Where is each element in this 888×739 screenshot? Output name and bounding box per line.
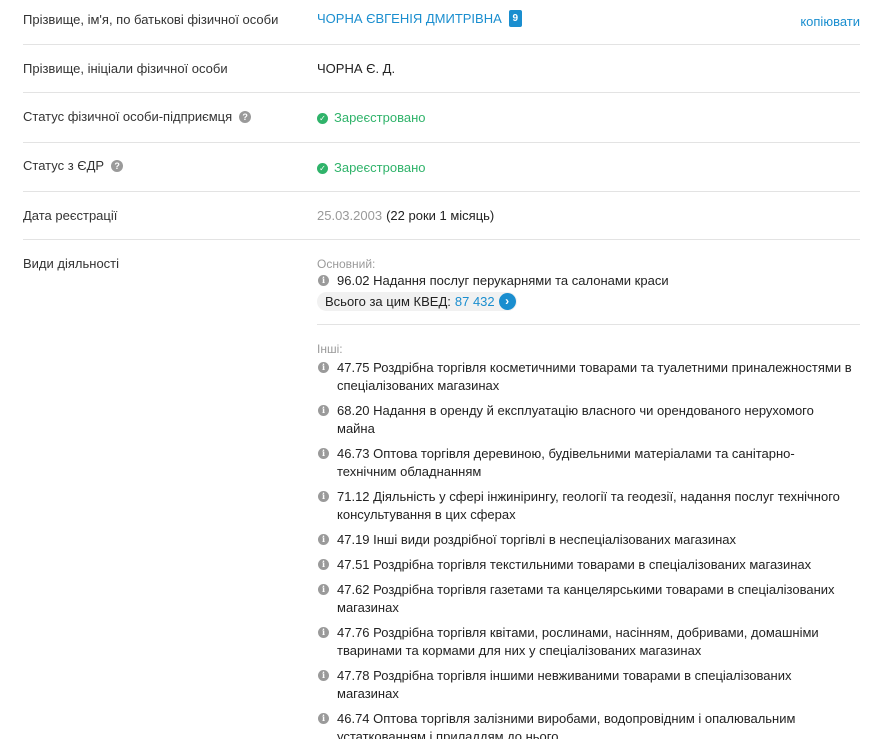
full-name-label: Прізвище, ім'я, по батькові фізичної осо… <box>23 12 279 27</box>
check-icon: ✓ <box>317 162 328 174</box>
info-icon[interactable]: i <box>318 584 329 595</box>
check-icon: ✓ <box>317 112 328 124</box>
other-activity-item: i 71.12 Діяльність у сфері інжинірингу, … <box>317 488 854 524</box>
other-activity-text: 47.51 Роздрібна торгівля текстильними то… <box>337 557 812 572</box>
other-activities-title: Інші: <box>317 342 343 356</box>
other-activity-text: 46.74 Оптова торгівля залізними виробами… <box>337 711 796 739</box>
other-activity-text: 46.73 Оптова торгівля деревиною, будівел… <box>337 446 795 479</box>
kved-total-value[interactable]: 87 432 <box>455 294 495 310</box>
main-activity-title: Основний: <box>317 257 376 271</box>
fop-status-label: Статус фізичної особи-підприємця ? <box>23 109 252 125</box>
edr-status-text: Зареєстровано <box>334 160 426 175</box>
help-icon[interactable]: ? <box>239 111 252 123</box>
company-details: Прізвище, ім'я, по батькові фізичної осо… <box>23 0 860 739</box>
row-reg-date: Дата реєстрації 25.03.2003 (22 роки 1 мі… <box>23 192 860 240</box>
row-fop-status: Статус фізичної особи-підприємця ? ✓ Зар… <box>23 93 860 143</box>
other-activity-item: i 47.19 Інші види роздрібної торгівлі в … <box>317 531 854 549</box>
activities-label: Види діяльності <box>23 256 120 271</box>
initials-value: ЧОРНА Є. Д. <box>317 61 396 76</box>
edr-status-label: Статус з ЄДР ? <box>23 158 124 174</box>
other-activity-text: 47.75 Роздрібна торгівля косметичними то… <box>337 360 852 393</box>
copy-button[interactable]: копіювати <box>800 14 860 30</box>
arrow-right-icon[interactable]: › <box>498 293 516 310</box>
edr-status-label-text: Статус з ЄДР <box>23 158 105 173</box>
info-icon[interactable]: i <box>318 670 329 681</box>
info-icon[interactable]: i <box>318 627 329 638</box>
kved-total-label: Всього за цим КВЕД: <box>325 293 451 309</box>
info-icon[interactable]: i <box>318 405 329 416</box>
other-activity-item: i 47.75 Роздрібна торгівля косметичними … <box>317 359 854 395</box>
edr-status-value: ✓ Зареєстровано <box>317 160 426 176</box>
other-activity-text: 47.62 Роздрібна торгівля газетами та кан… <box>337 582 835 615</box>
other-activity-text: 47.78 Роздрібна торгівля іншими невживан… <box>337 668 792 701</box>
fop-status-text: Зареєстровано <box>334 110 426 125</box>
row-edr-status: Статус з ЄДР ? ✓ Зареєстровано <box>23 143 860 192</box>
other-activities-block: Інші: i 47.75 Роздрібна торгівля космети… <box>317 342 854 739</box>
initials-label: Прізвище, ініціали фізичної особи <box>23 61 228 76</box>
fop-status-value: ✓ Зареєстровано <box>317 110 426 126</box>
other-activity-item: i 47.62 Роздрібна торгівля газетами та к… <box>317 581 854 617</box>
fop-status-label-text: Статус фізичної особи-підприємця <box>23 109 233 124</box>
main-activity-block: Основний: i 96.02 Надання послуг перукар… <box>317 257 854 311</box>
other-activity-item: i 47.76 Роздрібна торгівля квітами, росл… <box>317 624 854 660</box>
row-initials: Прізвище, ініціали фізичної особи ЧОРНА … <box>23 45 860 93</box>
info-icon[interactable]: i <box>318 534 329 545</box>
info-icon[interactable]: i <box>318 491 329 502</box>
other-activity-item: i 46.74 Оптова торгівля залізними вироба… <box>317 710 854 739</box>
reg-date-label: Дата реєстрації <box>23 208 118 223</box>
other-activity-text: 71.12 Діяльність у сфері інжинірингу, ге… <box>337 489 840 522</box>
other-activity-text: 68.20 Надання в оренду й експлуатацію вл… <box>337 403 814 436</box>
other-activity-item: i 47.78 Роздрібна торгівля іншими невжив… <box>317 667 854 703</box>
info-icon[interactable]: i <box>318 448 329 459</box>
other-activity-item: i 68.20 Надання в оренду й експлуатацію … <box>317 402 854 438</box>
info-icon[interactable]: i <box>318 713 329 724</box>
name-count-badge[interactable]: 9 <box>508 10 522 27</box>
info-icon[interactable]: i <box>318 559 329 570</box>
other-activity-item: i 47.51 Роздрібна торгівля текстильними … <box>317 556 854 574</box>
other-activity-text: 47.76 Роздрібна торгівля квітами, рослин… <box>337 625 819 658</box>
help-icon[interactable]: ? <box>111 160 124 172</box>
other-activity-item: i 46.73 Оптова торгівля деревиною, будів… <box>317 445 854 481</box>
info-icon[interactable]: i <box>318 275 329 286</box>
activities-divider <box>317 324 860 325</box>
full-name-link[interactable]: ЧОРНА ЄВГЕНІЯ ДМИТРІВНА <box>317 11 502 27</box>
reg-duration: (22 роки 1 місяць) <box>386 208 495 223</box>
row-full-name: Прізвище, ім'я, по батькові фізичної осо… <box>23 0 860 45</box>
kved-total-pill[interactable]: Всього за цим КВЕД: 87 432 › <box>317 292 517 311</box>
row-activities: Види діяльності Основний: i 96.02 Наданн… <box>23 240 860 739</box>
main-activity-text: 96.02 Надання послуг перукарнями та сало… <box>337 273 669 288</box>
main-activity-item: i 96.02 Надання послуг перукарнями та са… <box>317 272 854 290</box>
info-icon[interactable]: i <box>318 362 329 373</box>
reg-date-value: 25.03.2003 (22 роки 1 місяць) <box>317 208 494 224</box>
reg-date: 25.03.2003 <box>317 208 383 223</box>
other-activity-text: 47.19 Інші види роздрібної торгівлі в не… <box>337 532 737 547</box>
other-activities-list: i 47.75 Роздрібна торгівля косметичними … <box>317 359 854 739</box>
full-name-value: ЧОРНА ЄВГЕНІЯ ДМИТРІВНА 9 <box>317 10 522 27</box>
